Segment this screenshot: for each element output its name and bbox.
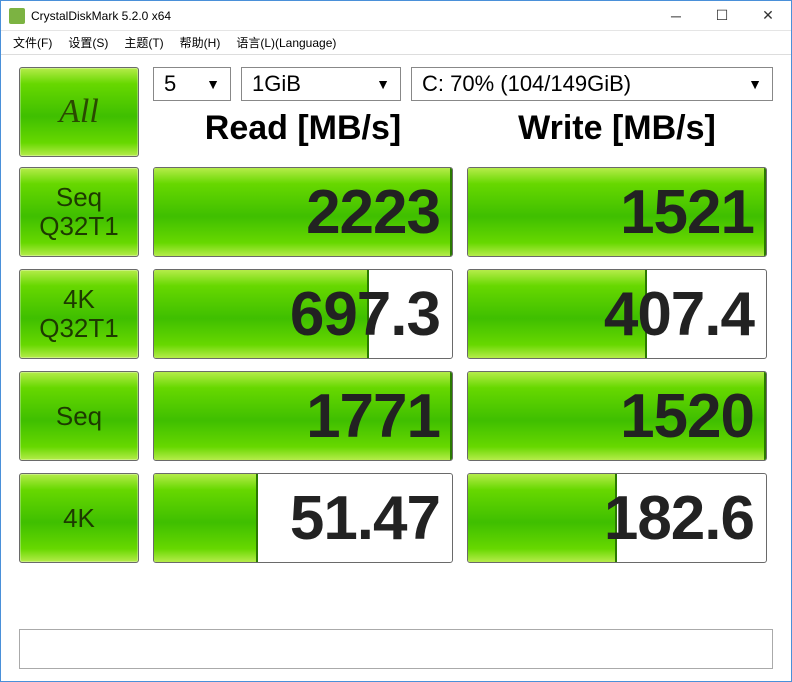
menu-help[interactable]: 帮助(H) bbox=[172, 34, 229, 51]
4k-label: 4K bbox=[63, 504, 95, 533]
chevron-down-icon: ▼ bbox=[376, 76, 390, 92]
menubar: 文件(F) 设置(S) 主题(T) 帮助(H) 语言(L)(Language) bbox=[1, 31, 791, 55]
size-value: 1GiB bbox=[252, 71, 301, 97]
run-all-label: All bbox=[59, 93, 99, 130]
menu-theme[interactable]: 主题(T) bbox=[116, 34, 171, 51]
4k-read-value: 51.47 bbox=[290, 483, 440, 554]
seq-q32t1-label2: Q32T1 bbox=[39, 211, 119, 241]
menu-language[interactable]: 语言(L)(Language) bbox=[228, 34, 344, 51]
menu-file[interactable]: 文件(F) bbox=[5, 34, 60, 51]
runs-select[interactable]: 5 ▼ bbox=[153, 67, 231, 101]
window-title: CrystalDiskMark 5.2.0 x64 bbox=[31, 9, 653, 23]
seq-read-value: 1771 bbox=[306, 381, 440, 452]
seq-q32t1-write: 1521 bbox=[467, 167, 767, 257]
seq-button[interactable]: Seq bbox=[19, 371, 139, 461]
seq-label: Seq bbox=[56, 402, 102, 431]
drive-value: C: 70% (104/149GiB) bbox=[422, 71, 631, 97]
4k-button[interactable]: 4K bbox=[19, 473, 139, 563]
drive-select[interactable]: C: 70% (104/149GiB) ▼ bbox=[411, 67, 773, 101]
size-select[interactable]: 1GiB ▼ bbox=[241, 67, 401, 101]
4k-q32t1-read: 697.3 bbox=[153, 269, 453, 359]
content-area: All 5 ▼ 1GiB ▼ C: 70% (104/149GiB) ▼ bbox=[1, 55, 791, 629]
minimize-button[interactable]: ─ bbox=[653, 1, 699, 31]
app-icon bbox=[9, 8, 25, 24]
seq-q32t1-write-value: 1521 bbox=[620, 177, 754, 248]
seq-q32t1-label1: Seq bbox=[56, 182, 102, 212]
4k-q32t1-read-value: 697.3 bbox=[290, 279, 440, 350]
run-all-button[interactable]: All bbox=[19, 67, 139, 157]
seq-q32t1-read-value: 2223 bbox=[306, 177, 440, 248]
4k-q32t1-button[interactable]: 4K Q32T1 bbox=[19, 269, 139, 359]
4k-q32t1-label1: 4K bbox=[63, 284, 95, 314]
4k-q32t1-write: 407.4 bbox=[467, 269, 767, 359]
menu-settings[interactable]: 设置(S) bbox=[60, 34, 116, 51]
write-header: Write [MB/s] bbox=[467, 109, 767, 148]
titlebar: CrystalDiskMark 5.2.0 x64 ─ ☐ ✕ bbox=[1, 1, 791, 31]
close-button[interactable]: ✕ bbox=[745, 1, 791, 31]
seq-write: 1520 bbox=[467, 371, 767, 461]
4k-q32t1-label2: Q32T1 bbox=[39, 313, 119, 343]
seq-q32t1-read: 2223 bbox=[153, 167, 453, 257]
read-header: Read [MB/s] bbox=[153, 109, 453, 148]
chevron-down-icon: ▼ bbox=[206, 76, 220, 92]
4k-q32t1-write-value: 407.4 bbox=[604, 279, 754, 350]
chevron-down-icon: ▼ bbox=[748, 76, 762, 92]
app-window: CrystalDiskMark 5.2.0 x64 ─ ☐ ✕ 文件(F) 设置… bbox=[0, 0, 792, 682]
4k-write: 182.6 bbox=[467, 473, 767, 563]
4k-write-value: 182.6 bbox=[604, 483, 754, 554]
seq-read: 1771 bbox=[153, 371, 453, 461]
seq-q32t1-button[interactable]: Seq Q32T1 bbox=[19, 167, 139, 257]
seq-write-value: 1520 bbox=[620, 381, 754, 452]
runs-value: 5 bbox=[164, 71, 176, 97]
maximize-button[interactable]: ☐ bbox=[699, 1, 745, 31]
4k-read: 51.47 bbox=[153, 473, 453, 563]
statusbar bbox=[19, 629, 773, 669]
